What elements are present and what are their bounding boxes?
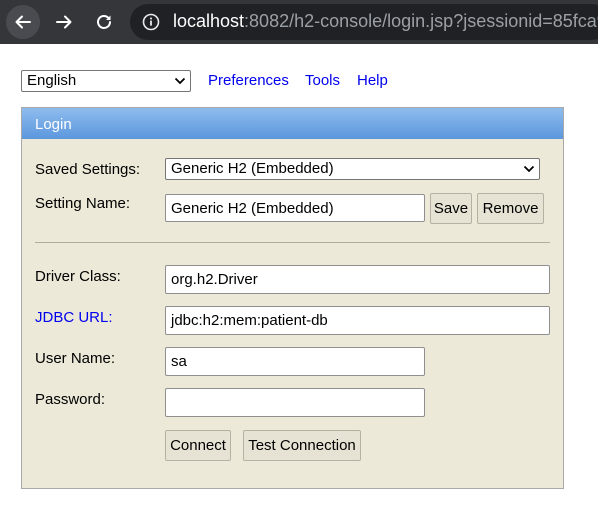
preferences-link[interactable]: Preferences [208,72,289,89]
login-panel-title: Login [22,108,563,139]
setting-name-label: Setting Name: [35,195,131,212]
address-bar[interactable]: localhost:8082/h2-console/login.jsp?jses… [130,4,598,40]
connect-button[interactable]: Connect [165,430,231,461]
url-host: localhost [173,11,245,31]
driver-class-input[interactable]: org.h2.Driver [165,265,550,294]
test-connection-button[interactable]: Test Connection [243,430,361,461]
info-icon[interactable] [142,13,160,31]
language-select-value: English [27,72,77,89]
browser-toolbar: localhost:8082/h2-console/login.jsp?jses… [0,0,598,44]
url-path: :8082/h2-console/login.jsp?jsessionid=85… [244,11,598,31]
forward-arrow-icon [56,15,72,29]
login-panel: Login Saved Settings: Generic H2 (Embedd… [21,107,564,489]
reload-icon [97,15,111,29]
help-link[interactable]: Help [357,72,388,89]
remove-button[interactable]: Remove [477,193,544,224]
save-button[interactable]: Save [430,193,472,224]
back-arrow-icon [6,5,40,39]
setting-name-input[interactable]: Generic H2 (Embedded) [165,194,425,222]
forward-button[interactable] [44,0,84,44]
tools-link[interactable]: Tools [305,72,340,89]
user-name-label: User Name: [35,350,116,367]
divider [35,242,550,243]
chevron-down-icon [174,77,186,85]
saved-settings-value: Generic H2 (Embedded) [171,160,334,177]
password-label: Password: [35,391,106,408]
driver-class-label: Driver Class: [35,268,121,285]
url-text: localhost:8082/h2-console/login.jsp?jses… [173,11,598,32]
jdbc-url-input[interactable]: jdbc:h2:mem:patient-db [165,306,550,335]
language-select[interactable]: English [21,70,191,92]
jdbc-url-link[interactable]: JDBC URL: [35,309,113,326]
password-input[interactable] [165,388,425,417]
user-name-input[interactable]: sa [165,347,425,376]
chevron-down-icon [523,165,535,173]
saved-settings-select[interactable]: Generic H2 (Embedded) [165,158,540,180]
reload-button[interactable] [84,0,124,44]
back-button[interactable] [3,0,43,44]
saved-settings-label: Saved Settings: [35,161,141,178]
